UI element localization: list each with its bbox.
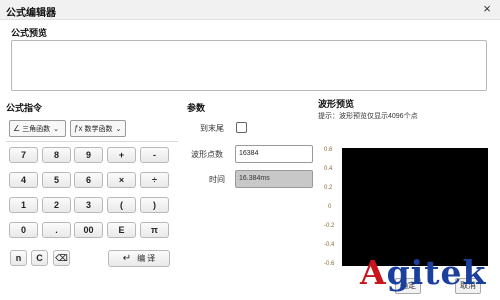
y-tick: 0: [328, 204, 332, 210]
key-7[interactable]: 7: [9, 147, 38, 163]
y-tick: 0.6: [324, 147, 333, 153]
y-tick: -0.2: [324, 223, 335, 229]
trig-functions-label: 三角函数: [22, 125, 51, 133]
title-bar: 公式编辑器 ×: [0, 0, 500, 20]
formula-preview-label: 公式预览: [11, 28, 48, 38]
key-double-zero[interactable]: 00: [74, 222, 103, 238]
key-2[interactable]: 2: [42, 197, 71, 213]
formula-instructions-label: 公式指令: [6, 103, 43, 113]
compile-button[interactable]: ↵ 编 译: [108, 250, 170, 267]
time-field: 16.384ms: [235, 170, 313, 188]
divider: [6, 141, 178, 142]
key-1[interactable]: 1: [9, 197, 38, 213]
key-dot[interactable]: .: [42, 222, 71, 238]
to-end-label: 到末尾: [200, 124, 224, 133]
time-label: 时间: [209, 175, 225, 184]
formula-preview-box[interactable]: [11, 40, 487, 91]
key-pi[interactable]: π: [140, 222, 169, 238]
chevron-down-icon: ⌄: [115, 125, 122, 133]
params-label: 参数: [187, 103, 206, 113]
chevron-down-icon: ⌄: [53, 125, 60, 133]
waveform-points-label: 波形点数: [191, 150, 223, 159]
enter-icon: ↵: [122, 253, 132, 264]
backspace-icon[interactable]: ⌫: [53, 250, 70, 266]
to-end-checkbox[interactable]: [236, 122, 247, 133]
key-0[interactable]: 0: [9, 222, 38, 238]
waveform-plot: [342, 148, 488, 266]
key-4[interactable]: 4: [9, 172, 38, 188]
key-9[interactable]: 9: [74, 147, 103, 163]
math-functions-label: 数学函数: [84, 125, 113, 133]
key-n[interactable]: n: [10, 250, 27, 266]
key-plus[interactable]: +: [107, 147, 136, 163]
key-close-paren[interactable]: ): [140, 197, 169, 213]
trig-functions-dropdown[interactable]: ∠ 三角函数 ⌄: [9, 120, 66, 137]
key-open-paren[interactable]: (: [107, 197, 136, 213]
key-divide[interactable]: ÷: [140, 172, 169, 188]
waveform-points-input[interactable]: 16384: [235, 145, 313, 163]
waveform-hint: 提示：波形预览仅显示4096个点: [318, 113, 418, 120]
key-minus[interactable]: -: [140, 147, 169, 163]
y-tick: -0.4: [324, 242, 335, 248]
key-multiply[interactable]: ×: [107, 172, 136, 188]
y-tick: 0.2: [324, 185, 333, 191]
key-8[interactable]: 8: [42, 147, 71, 163]
key-clear[interactable]: C: [31, 250, 48, 266]
compile-label: 编 译: [137, 254, 156, 263]
close-icon[interactable]: ×: [480, 2, 494, 16]
waveform-preview-label: 波形预览: [318, 99, 355, 109]
key-5[interactable]: 5: [42, 172, 71, 188]
agitek-logo: Agitek: [360, 253, 487, 292]
math-functions-dropdown[interactable]: ƒx 数学函数 ⌄: [70, 120, 126, 137]
y-tick: -0.6: [324, 261, 335, 267]
function-icon: ƒx: [74, 124, 83, 133]
angle-icon: ∠: [13, 124, 21, 133]
key-6[interactable]: 6: [74, 172, 103, 188]
key-exponent[interactable]: E: [107, 222, 136, 238]
key-3[interactable]: 3: [74, 197, 103, 213]
y-tick: 0.4: [324, 166, 333, 172]
window-title: 公式编辑器: [6, 8, 56, 19]
